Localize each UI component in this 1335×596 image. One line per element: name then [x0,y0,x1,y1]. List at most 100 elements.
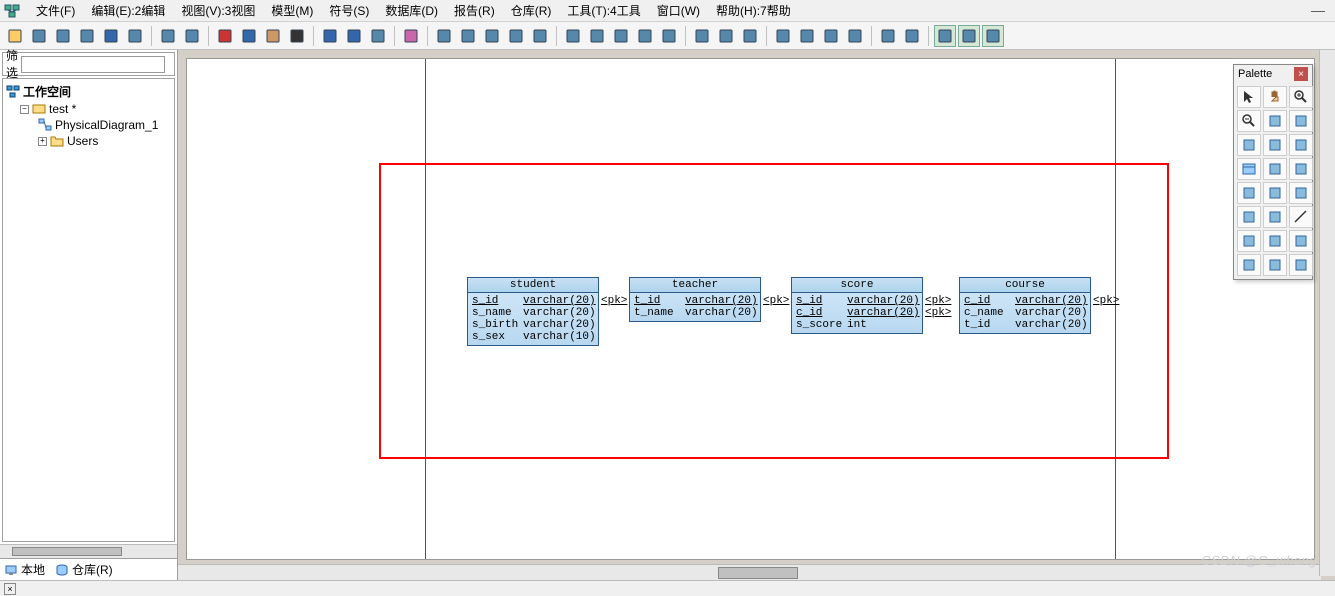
toolbar-obj1[interactable] [691,25,713,47]
entity-column: s_idvarchar(20)<pk> [472,295,594,307]
entity-column: c_namevarchar(20) [964,307,1086,319]
filter-input[interactable] [21,56,165,73]
menu-window[interactable]: 窗口(W) [649,0,708,21]
menu-database[interactable]: 数据库(D) [377,0,446,21]
toolbar-box1[interactable] [772,25,794,47]
palette-zoom-in[interactable] [1289,86,1313,108]
entity-course[interactable]: coursec_idvarchar(20)<pk>c_namevarchar(2… [959,277,1091,334]
menu-model[interactable]: 模型(M) [263,0,321,21]
toolbar-save-all[interactable] [124,25,146,47]
toolbar-box2[interactable] [796,25,818,47]
canvas-hscrollbar[interactable] [178,564,1321,580]
toolbar-tog1[interactable] [934,25,956,47]
toolbar-doc[interactable] [157,25,179,47]
toolbar-delete[interactable] [286,25,308,47]
palette-rect[interactable] [1263,230,1287,252]
palette-close[interactable]: × [1294,67,1308,81]
toolbar-obj3[interactable] [739,25,761,47]
menu-view[interactable]: 视图(V):3视图 [173,0,263,21]
tree-expander-minus[interactable]: − [20,105,29,114]
palette-package[interactable] [1263,134,1287,156]
toolbar-paste[interactable] [262,25,284,47]
toolbar-grid2[interactable] [586,25,608,47]
toolbar-box3[interactable] [820,25,842,47]
toolbar-win3[interactable] [481,25,503,47]
toolbar-win2[interactable] [457,25,479,47]
toolbar-chart1[interactable] [877,25,899,47]
window-minimize[interactable]: — [1307,2,1329,18]
palette-view[interactable] [1263,158,1287,180]
toolbar-copy[interactable] [238,25,260,47]
palette-page[interactable] [1263,182,1287,204]
tree-workspace[interactable]: 工作空间 [6,82,171,101]
toolbar-save[interactable] [100,25,122,47]
statusbar-grip[interactable]: × [4,583,16,595]
palette-gear[interactable] [1289,134,1313,156]
toolbar-grid1[interactable] [562,25,584,47]
entity-student[interactable]: students_idvarchar(20)<pk>s_namevarchar(… [467,277,599,346]
palette-poly[interactable] [1263,254,1287,276]
canvas-vscrollbar[interactable] [1319,50,1335,576]
toolbar-new[interactable] [4,25,26,47]
toolbar-win1[interactable] [433,25,455,47]
palette-oval[interactable] [1237,254,1261,276]
toolbar-pencil[interactable] [610,25,632,47]
toolbar-box4[interactable] [844,25,866,47]
palette-free[interactable] [1289,254,1313,276]
palette-row[interactable] [1237,206,1261,228]
toolbar-dd[interactable] [367,25,389,47]
toolbar-open-yellow[interactable] [28,25,50,47]
toolbar-obj2[interactable] [715,25,737,47]
tree-expander-plus[interactable]: + [38,137,47,146]
toolbar-folder[interactable] [52,25,74,47]
palette-ref[interactable] [1289,158,1313,180]
palette-zoom-out[interactable] [1237,110,1261,132]
tree-users-label: Users [67,134,98,148]
filter-label: 筛选 [6,47,18,81]
tab-local[interactable]: 本地 [4,561,45,578]
toolbar-redo[interactable] [343,25,365,47]
menu-repository[interactable]: 仓库(R) [503,0,560,21]
menu-edit[interactable]: 编辑(E):2编辑 [83,0,173,21]
palette-hand[interactable] [1263,86,1287,108]
palette-zoom-area[interactable] [1289,110,1313,132]
toolbar-undo[interactable] [319,25,341,47]
entity-column: s_idvarchar(20)<pk> [796,295,918,307]
palette-pointer[interactable] [1237,86,1261,108]
tree-diagram[interactable]: PhysicalDiagram_1 [6,117,171,133]
entity-teacher[interactable]: teachert_idvarchar(20)<pk>t_namevarchar(… [629,277,761,322]
toolbar-text[interactable] [658,25,680,47]
toolbar-wand[interactable] [634,25,656,47]
menu-file[interactable]: 文件(F) [28,0,83,21]
palette-cut[interactable] [1237,134,1261,156]
palette-note[interactable] [1237,182,1261,204]
menu-help[interactable]: 帮助(H):7帮助 [708,0,799,21]
toolbar-chart2[interactable] [901,25,923,47]
toolbar-win4[interactable] [505,25,527,47]
palette-line[interactable] [1289,206,1313,228]
palette-key[interactable] [1263,206,1287,228]
toolbar-open2[interactable] [76,25,98,47]
canvas[interactable]: students_idvarchar(20)<pk>s_namevarchar(… [186,58,1315,560]
toolbar-tog2[interactable] [958,25,980,47]
palette-curve[interactable] [1237,230,1261,252]
palette-table[interactable] [1237,158,1261,180]
canvas-area[interactable]: students_idvarchar(20)<pk>s_namevarchar(… [178,50,1335,580]
menu-tools[interactable]: 工具(T):4工具 [559,0,648,21]
toolbar-prop[interactable] [181,25,203,47]
tab-repository[interactable]: 仓库(R) [55,561,113,578]
tree: 工作空间 − test * PhysicalDiagram_1 + Users [2,78,175,542]
tree-users[interactable]: + Users [6,133,171,149]
palette-copy[interactable] [1289,182,1313,204]
entity-score[interactable]: scores_idvarchar(20)<pk>c_idvarchar(20)<… [791,277,923,334]
toolbar-db[interactable] [400,25,422,47]
tree-scrollbar[interactable] [0,544,177,558]
toolbar-win5[interactable] [529,25,551,47]
toolbar-tog3[interactable] [982,25,1004,47]
menu-symbol[interactable]: 符号(S) [321,0,377,21]
toolbar-cut[interactable] [214,25,236,47]
menu-report[interactable]: 报告(R) [446,0,503,21]
palette-arrow[interactable] [1289,230,1313,252]
palette-zoom-fit[interactable] [1263,110,1287,132]
tree-project[interactable]: − test * [6,101,171,117]
